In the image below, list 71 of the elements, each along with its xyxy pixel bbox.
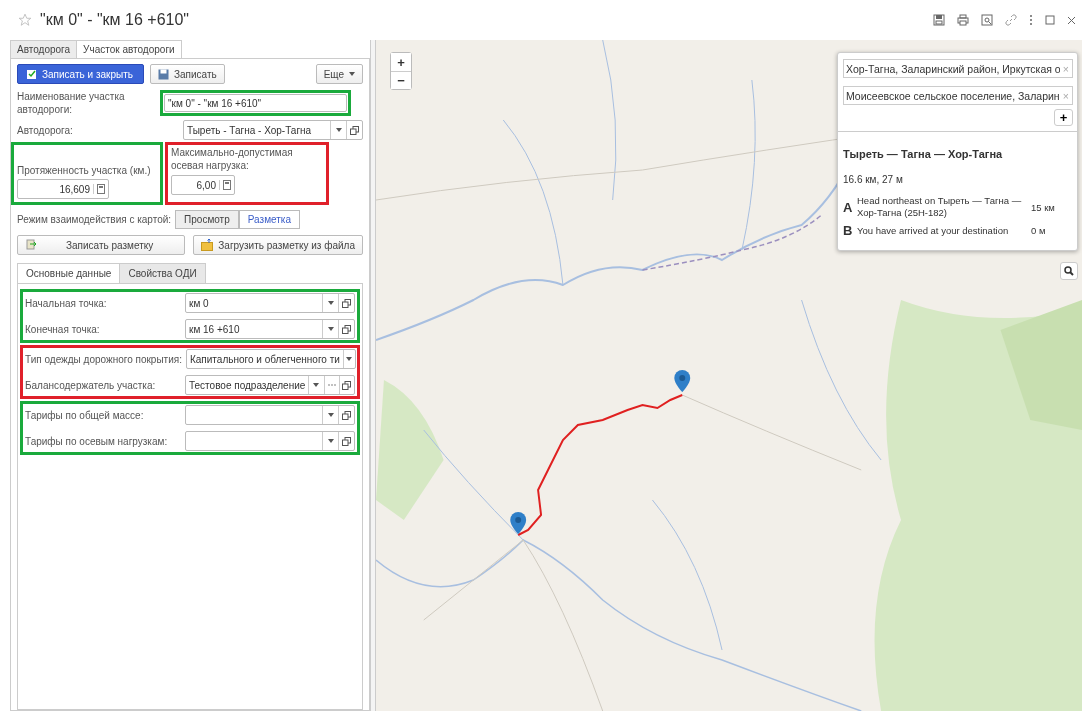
caret-icon — [349, 72, 355, 76]
open-icon[interactable] — [342, 298, 351, 308]
open-icon[interactable] — [342, 380, 352, 390]
select-field[interactable] — [185, 405, 355, 425]
load-input[interactable]: 6,00 — [171, 175, 235, 195]
link-icon[interactable] — [1005, 14, 1017, 26]
dropdown-icon[interactable] — [327, 439, 334, 443]
step-distance: 15 км — [1031, 201, 1056, 213]
save-icon[interactable] — [933, 14, 945, 26]
dropdown-icon[interactable] — [313, 383, 320, 387]
preview-icon[interactable] — [981, 14, 993, 26]
field-label: Автодорога: — [17, 124, 73, 136]
dropdown-icon[interactable] — [346, 357, 353, 361]
step-marker: A — [843, 199, 853, 215]
mode-toggle[interactable]: Просмотр — [175, 210, 239, 229]
open-icon[interactable] — [342, 410, 351, 420]
add-waypoint-button[interactable]: + — [1054, 109, 1073, 126]
field-label: Протяженность участка (км.) — [17, 165, 152, 176]
dropdown-icon[interactable] — [327, 413, 334, 417]
name-input[interactable]: "км 0" - "км 16 +610" — [164, 94, 347, 112]
field-label: Тарифы по осевым нагрузкам: — [25, 435, 168, 447]
route-summary: 16.6 км, 27 м — [843, 174, 904, 185]
open-icon[interactable] — [342, 436, 351, 446]
road-select[interactable]: Тыреть - Тагна - Хор-Тагна — [183, 120, 363, 140]
step-marker: B — [843, 223, 853, 238]
field-label: Режим взаимодействия с картой: — [17, 214, 172, 225]
field-label: Балансодержатель участка: — [25, 379, 156, 391]
maximize-icon[interactable] — [1045, 15, 1055, 25]
select-field[interactable] — [185, 431, 355, 451]
more-icon[interactable] — [1029, 14, 1033, 26]
route-name: Тыреть — Тагна — Хор-Тагна — [843, 148, 1004, 160]
calculator-icon[interactable] — [93, 184, 108, 194]
save-icon — [157, 68, 169, 80]
field-label: Начальная точка: — [25, 297, 107, 309]
checkmark-icon — [26, 68, 37, 80]
mode-toggle[interactable]: Разметка — [238, 210, 300, 229]
field-label: Максимально-допустимая осевая нагрузка: — [171, 146, 294, 172]
more-button[interactable]: Еще — [315, 64, 363, 84]
select-field[interactable]: Капитального и облегченного ти — [186, 349, 356, 369]
field-label: Конечная точка: — [25, 323, 100, 335]
step-text: You have arrived at your destination — [857, 224, 1010, 237]
dropdown-icon[interactable] — [327, 301, 334, 305]
dropdown-icon[interactable] — [327, 327, 334, 331]
field-label: Наименование участка автодороги: — [17, 90, 126, 116]
close-icon[interactable] — [1067, 15, 1076, 25]
folder-icon — [201, 239, 214, 251]
dropdown-icon[interactable] — [335, 128, 342, 132]
calculator-icon[interactable] — [219, 180, 234, 190]
waypoint-input[interactable]: Моисеевское сельское поселение, Заларин × — [843, 86, 1073, 105]
window-title: "км 0" - "км 16 +610" — [40, 11, 189, 29]
open-icon[interactable] — [342, 324, 351, 334]
select-field[interactable]: км 0 — [185, 293, 355, 313]
select-field[interactable]: Тестовое подразделение — [185, 375, 355, 395]
select-field[interactable]: км 16 +610 — [185, 319, 355, 339]
star-icon[interactable] — [18, 13, 32, 27]
field-label: Тарифы по общей массе: — [25, 409, 144, 421]
search-icon — [1064, 266, 1074, 276]
write-markup-button[interactable]: Записать разметку — [17, 235, 186, 255]
waypoint-input[interactable]: Хор-Тагна, Заларинский район, Иркутская о × — [843, 59, 1073, 78]
print-icon[interactable] — [957, 14, 969, 26]
zoom-out-button[interactable]: − — [391, 71, 411, 89]
step-text: Head northeast on Тыреть — Тагна — Хор-Тагна (25Н-182) — [857, 195, 1023, 219]
save-close-button[interactable]: Записать и закрыть — [17, 64, 144, 84]
search-button[interactable] — [1060, 262, 1078, 280]
field-label: Тип одежды дорожного покрытия: — [25, 353, 182, 365]
tab[interactable]: Свойства ОДИ — [119, 263, 206, 284]
load-markup-button[interactable]: Загрузить разметку из файла — [193, 235, 363, 255]
save-button[interactable]: Записать — [149, 64, 225, 84]
length-input[interactable]: 16,609 — [17, 179, 109, 199]
open-icon[interactable] — [350, 125, 359, 135]
step-distance: 0 м — [1031, 225, 1047, 236]
